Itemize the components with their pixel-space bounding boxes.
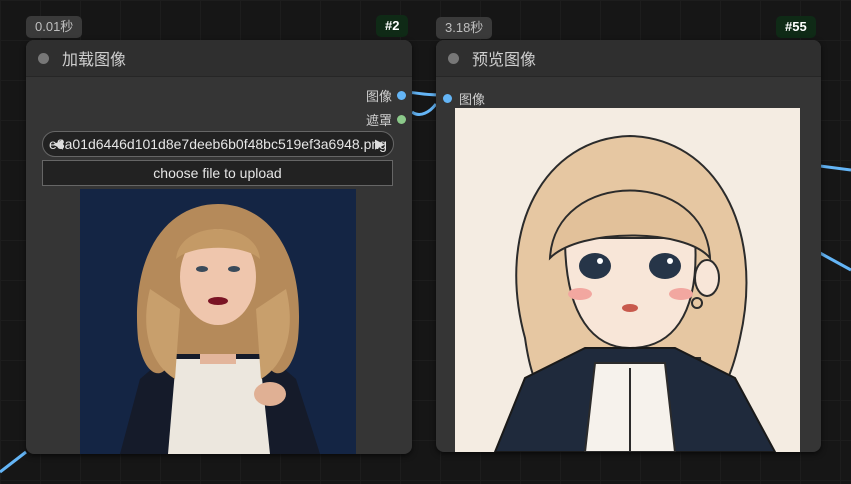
input-dot-icon[interactable] [443, 94, 452, 103]
collapse-toggle-icon[interactable] [38, 52, 49, 64]
link-offscreen-3 [819, 251, 851, 272]
combo-prev-arrow-icon[interactable]: ◀ [53, 136, 63, 152]
load-node-time-badge: 0.01秒 [26, 16, 83, 38]
image-filename: e8a01d6446d101d8e7deeb6b0f48bc519ef3a694… [49, 136, 387, 152]
load-node-header[interactable]: 加载图像 [26, 40, 412, 77]
preview-image-output [455, 108, 800, 452]
preview-node-title: 预览图像 [472, 52, 537, 69]
collapse-toggle-icon[interactable] [448, 52, 459, 64]
output-label-image: 图像 [365, 89, 392, 104]
output-label-mask: 遮罩 [365, 113, 392, 128]
output-dot-icon[interactable] [397, 115, 406, 124]
combo-next-arrow-icon[interactable]: ▶ [375, 136, 385, 152]
input-slot-image[interactable]: 图像 [443, 89, 485, 108]
preview-node-header[interactable]: 预览图像 [436, 40, 821, 77]
loaded-image-preview [80, 189, 356, 454]
preview-node-id-badge: #55 [776, 16, 816, 38]
output-dot-icon[interactable] [397, 91, 406, 100]
preview-node-time-badge: 3.18秒 [436, 17, 493, 39]
input-label-image: 图像 [459, 92, 486, 107]
output-slot-image[interactable]: 图像 [366, 86, 406, 105]
image-select-combo[interactable]: ◀ e8a01d6446d101d8e7deeb6b0f48bc519ef3a6… [42, 131, 394, 157]
upload-button[interactable]: choose file to upload [42, 160, 393, 186]
load-image-node[interactable]: 加载图像 图像 遮罩 ◀ e8a01d6446d101d8e7deeb6b0f4… [26, 40, 412, 454]
load-node-id-badge: #2 [376, 15, 409, 37]
link-offscreen-2 [819, 164, 851, 172]
output-slot-mask[interactable]: 遮罩 [366, 110, 406, 129]
preview-image-node[interactable]: 预览图像 图像 [436, 40, 821, 452]
link-offscreen-4 [0, 450, 27, 474]
load-node-title: 加载图像 [62, 52, 127, 69]
link-offscreen-1 [411, 103, 438, 116]
